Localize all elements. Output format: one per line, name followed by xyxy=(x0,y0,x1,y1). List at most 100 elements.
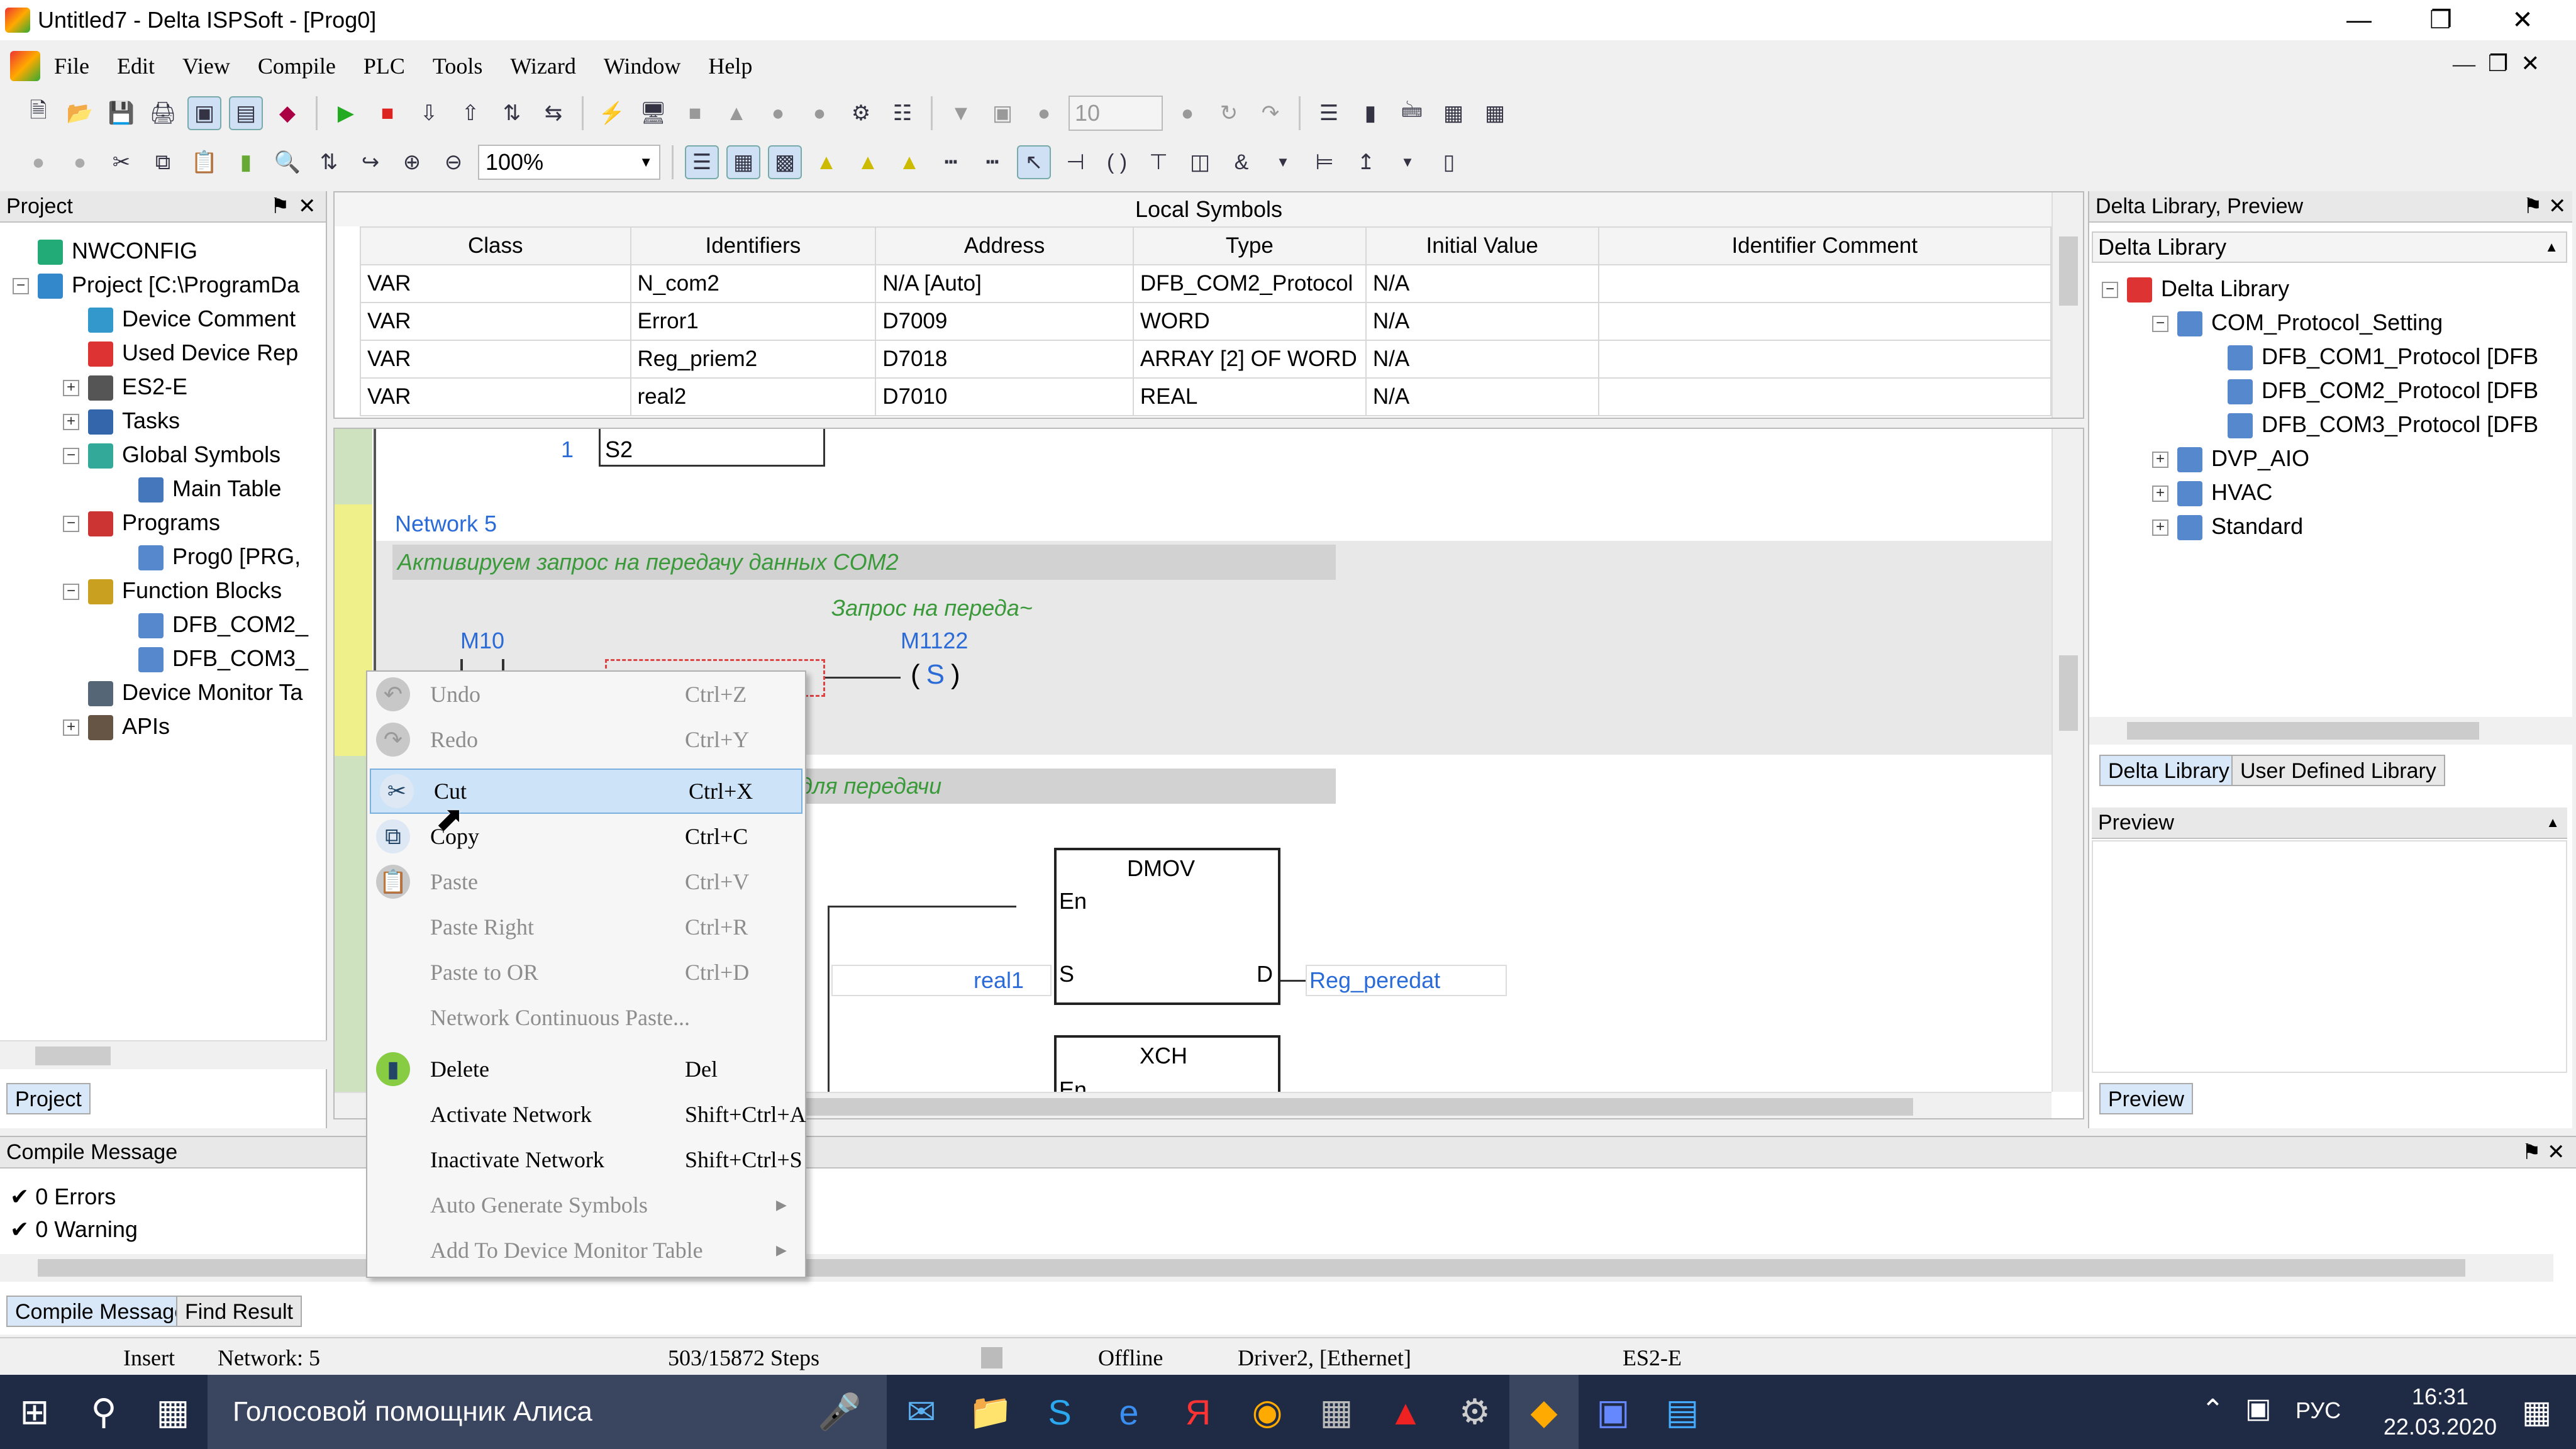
expand-icon[interactable]: + xyxy=(2152,519,2168,536)
context-menu-item[interactable]: ↶ Undo Ctrl+Z xyxy=(367,672,805,717)
zoom-in-icon[interactable]: ⊕ xyxy=(395,145,429,179)
tab-compile-message[interactable]: Compile Message xyxy=(6,1296,196,1327)
context-menu-item[interactable]: 📋 Paste Ctrl+V xyxy=(367,859,805,904)
frame-icon[interactable]: ▯ xyxy=(1432,145,1466,179)
compile-close-icon[interactable]: ✕ xyxy=(2547,1140,2565,1165)
app-menu-icon[interactable] xyxy=(10,51,40,81)
online-icon[interactable]: ⚡ xyxy=(595,96,629,130)
table-cell[interactable]: real2 xyxy=(630,377,877,416)
toolbar-grey5-icon[interactable]: ▼ xyxy=(944,96,978,130)
edge-icon[interactable]: e xyxy=(1094,1375,1163,1449)
toolbar-grey8-icon[interactable]: ● xyxy=(1170,96,1204,130)
table-cell[interactable]: VAR xyxy=(360,377,631,416)
library-tree-item[interactable]: + HVAC xyxy=(2102,475,2573,509)
comment-view-icon[interactable]: ▦ xyxy=(726,145,760,179)
zoom-out-icon[interactable]: ⊖ xyxy=(436,145,470,179)
column-header[interactable]: Identifier Comment xyxy=(1597,226,2052,265)
table-cell[interactable]: D7009 xyxy=(875,302,1134,341)
menu-plc[interactable]: PLC xyxy=(350,53,419,79)
context-menu-item[interactable]: Paste Right Ctrl+R xyxy=(367,904,805,950)
expand-icon[interactable]: + xyxy=(2152,452,2168,469)
network-insert-icon[interactable]: ▲ xyxy=(851,145,885,179)
menu-tools[interactable]: Tools xyxy=(419,53,497,79)
grid2-icon[interactable]: ▦ xyxy=(1478,96,1512,130)
context-menu-item[interactable]: Paste to OR Ctrl+D xyxy=(367,950,805,995)
menu-file[interactable]: File xyxy=(40,53,103,79)
stop-icon[interactable]: ■ xyxy=(370,96,404,130)
table-cell[interactable]: WORD xyxy=(1132,302,1367,341)
toolbar-grey6-icon[interactable]: ▣ xyxy=(985,96,1019,130)
toolbar-grey4-icon[interactable]: ● xyxy=(802,96,836,130)
acrobat-icon[interactable]: ▲ xyxy=(1371,1375,1440,1449)
and-icon[interactable]: & xyxy=(1224,145,1258,179)
column-header[interactable]: Class xyxy=(360,226,631,265)
new-file-icon[interactable]: 🗎 xyxy=(21,96,55,130)
coil-icon[interactable]: ( ) xyxy=(1100,145,1134,179)
context-menu-item[interactable]: Auto Generate Symbols ▶ xyxy=(367,1182,805,1228)
replace-icon[interactable]: ⇅ xyxy=(312,145,346,179)
library-tree-item[interactable]: DFB_COM3_Protocol [DFB xyxy=(2102,408,2573,441)
project-tree-item[interactable]: + APIs xyxy=(13,709,327,743)
task-view-icon[interactable]: ▦ xyxy=(138,1375,208,1449)
table-cell[interactable] xyxy=(1597,302,2052,341)
zoom-select[interactable]: 100% ▼ xyxy=(478,145,660,180)
grid-icon[interactable]: ▦ xyxy=(1436,96,1470,130)
table-row[interactable]: VAR N_com2 N/A [Auto] DFB_COM2_Protocol N/A xyxy=(360,264,2052,303)
menu-compile[interactable]: Compile xyxy=(244,53,350,79)
context-menu-item[interactable]: ↷ Redo Ctrl+Y xyxy=(367,717,805,762)
display-icon[interactable]: 🖮 xyxy=(1395,96,1429,130)
library-hscroll[interactable] xyxy=(2089,717,2573,745)
table-cell[interactable] xyxy=(1597,340,2052,379)
expand-icon[interactable]: + xyxy=(63,414,79,431)
pin-icon[interactable]: ⚑ xyxy=(270,194,289,219)
project-tree-item[interactable]: DFB_COM3_ xyxy=(13,641,327,675)
library-tree-item[interactable]: + Standard xyxy=(2102,509,2573,543)
alice-search-box[interactable]: Голосовой помощник Алиса 🎤 xyxy=(208,1375,887,1449)
project-tree-item[interactable]: − Programs xyxy=(13,506,327,540)
expand-icon[interactable]: − xyxy=(63,448,79,465)
contact-no-icon[interactable]: ┅ xyxy=(934,145,968,179)
menu-help[interactable]: Help xyxy=(694,53,766,79)
compile-pin-icon[interactable]: ⚑ xyxy=(2522,1140,2541,1165)
table-row[interactable]: VAR real2 D7010 REAL N/A xyxy=(360,377,2052,416)
expand-icon[interactable]: − xyxy=(2102,282,2118,299)
project-tree-item[interactable]: − Function Blocks xyxy=(13,574,327,608)
library-tree-item[interactable]: DFB_COM2_Protocol [DFB xyxy=(2102,374,2573,408)
column-header[interactable]: Initial Value xyxy=(1365,226,1599,265)
table-cell[interactable] xyxy=(1597,264,2052,303)
library-close-icon[interactable]: ✕ xyxy=(2548,194,2567,219)
column-header[interactable]: Identifiers xyxy=(630,226,877,265)
context-menu-item[interactable]: ▮ Delete Del xyxy=(367,1046,805,1092)
symbol-view-icon[interactable]: ▩ xyxy=(768,145,802,179)
clock-date[interactable]: 22.03.2020 xyxy=(2365,1414,2516,1440)
column-header[interactable]: Type xyxy=(1132,226,1367,265)
skype-icon[interactable]: S xyxy=(1025,1375,1094,1449)
menu-edit[interactable]: Edit xyxy=(103,53,169,79)
network-append-icon[interactable]: ▲ xyxy=(892,145,926,179)
app-icon-2[interactable]: ▣ xyxy=(1579,1375,1648,1449)
project-tree-item[interactable]: NWCONFIG xyxy=(13,234,327,268)
project-tree-item[interactable]: Main Table xyxy=(13,472,327,506)
column-header[interactable]: Address xyxy=(875,226,1134,265)
table-cell[interactable]: VAR xyxy=(360,264,631,303)
notification-icon[interactable]: ▦ xyxy=(2522,1394,2551,1430)
menu-wizard[interactable]: Wizard xyxy=(496,53,589,79)
mdi-controls[interactable]: —❐✕ xyxy=(2453,50,2552,77)
project-tree-item[interactable]: Prog0 [PRG, xyxy=(13,540,327,574)
contact-icon[interactable]: ⊣ xyxy=(1058,145,1092,179)
tab-find-result[interactable]: Find Result xyxy=(176,1296,302,1327)
panel-close-icon[interactable]: ✕ xyxy=(298,194,316,219)
library-tree-item[interactable]: − COM_Protocol_Setting xyxy=(2102,306,2573,340)
table-cell[interactable]: ARRAY [2] OF WORD xyxy=(1132,340,1367,379)
chrome-icon[interactable]: ◉ xyxy=(1233,1375,1302,1449)
library-tree-item[interactable]: DFB_COM1_Protocol [DFB xyxy=(2102,340,2573,374)
branch-icon[interactable]: ⊤ xyxy=(1141,145,1175,179)
compile-icon[interactable]: ◆ xyxy=(270,96,304,130)
project-tab[interactable]: Project xyxy=(6,1083,91,1114)
expand-icon[interactable]: − xyxy=(13,278,29,295)
library-dropdown[interactable]: Delta Library ▲ xyxy=(2092,231,2567,263)
dmov-in-var[interactable]: real1 xyxy=(974,967,1024,994)
table-cell[interactable]: Error1 xyxy=(630,302,877,341)
project-tree-item[interactable]: Device Monitor Ta xyxy=(13,675,327,709)
run-icon[interactable]: ▶ xyxy=(329,96,363,130)
